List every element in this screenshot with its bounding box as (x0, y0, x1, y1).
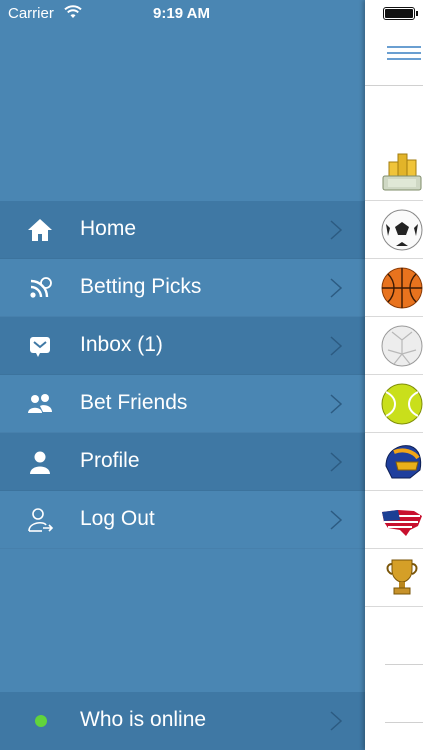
menu-list: Home Betting Picks Inbox (1) Bet Friends… (0, 201, 365, 549)
home-icon (0, 201, 80, 259)
usa-flag-icon (382, 510, 422, 536)
who-is-online-button[interactable]: Who is online (0, 692, 365, 750)
menu-item-betting-picks[interactable]: Betting Picks (0, 259, 365, 317)
chevron-right-icon (330, 394, 343, 414)
divider (385, 722, 423, 723)
sport-row-trophy[interactable] (365, 549, 423, 607)
chevron-right-icon (330, 452, 343, 472)
menu-item-label: Betting Picks (80, 275, 202, 298)
menu-item-label: Bet Friends (80, 391, 188, 414)
inbox-icon (0, 317, 80, 375)
who-is-online-label: Who is online (80, 708, 207, 731)
clock: 9:19 AM (153, 5, 210, 22)
chevron-right-icon (330, 336, 343, 356)
chevron-right-icon (330, 510, 343, 530)
menu-item-label: Home (80, 217, 137, 240)
main-content-panel[interactable] (365, 0, 423, 750)
chevron-right-icon (330, 711, 343, 731)
menu-item-log-out[interactable]: Log Out (0, 491, 365, 549)
sport-row-handball[interactable] (365, 317, 423, 375)
logout-icon (0, 491, 80, 549)
picks-icon (0, 259, 80, 317)
sport-row-racing[interactable] (365, 433, 423, 491)
friends-icon (0, 375, 80, 433)
menu-item-label: Profile (80, 449, 140, 472)
chevron-right-icon (330, 278, 343, 298)
battery-icon (383, 7, 418, 20)
menu-item-inbox[interactable]: Inbox (1) (0, 317, 365, 375)
basketball-icon (381, 267, 423, 309)
sport-row-money[interactable] (365, 143, 423, 201)
coins-icon (382, 153, 422, 191)
hamburger-menu-icon[interactable] (387, 46, 421, 62)
menu-item-profile[interactable]: Profile (0, 433, 365, 491)
trophy-icon (386, 559, 418, 595)
menu-item-label: Log Out (80, 507, 155, 530)
soccer-ball-icon (381, 209, 423, 251)
tennis-ball-icon (381, 383, 423, 425)
side-menu: Carrier 9:19 AM Home Betting Picks Inbox… (0, 0, 418, 750)
sport-row-tennis[interactable] (365, 375, 423, 433)
sport-row-usa[interactable] (365, 491, 423, 549)
chevron-right-icon (330, 220, 343, 240)
profile-icon (0, 433, 80, 491)
sport-row-basketball[interactable] (365, 259, 423, 317)
menu-item-bet-friends[interactable]: Bet Friends (0, 375, 365, 433)
racing-helmet-icon (385, 445, 422, 479)
online-status-dot (35, 715, 47, 727)
divider (385, 664, 423, 665)
status-bar: Carrier 9:19 AM (0, 0, 423, 28)
menu-item-home[interactable]: Home (0, 201, 365, 259)
header-divider (365, 85, 423, 86)
menu-item-label: Inbox (1) (80, 333, 163, 356)
sport-row-soccer[interactable] (365, 201, 423, 259)
handball-icon (381, 325, 423, 367)
